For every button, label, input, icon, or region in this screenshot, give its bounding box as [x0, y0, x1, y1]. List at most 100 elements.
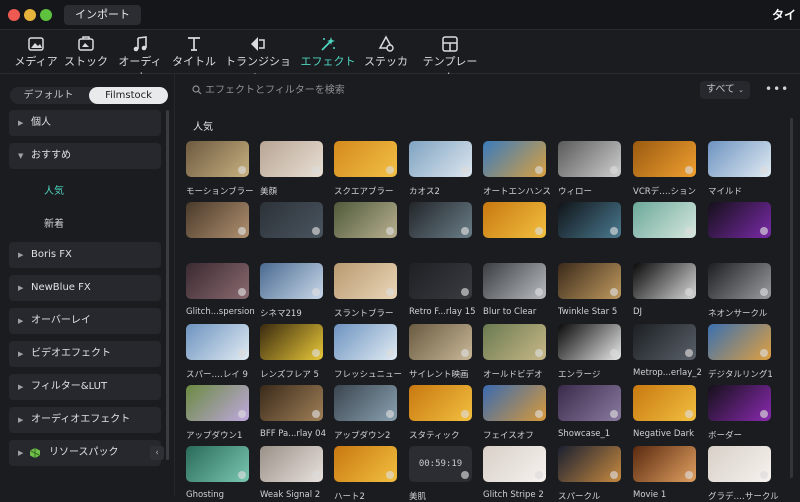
effect-thumbnail[interactable] [483, 324, 546, 360]
maximize-window-button[interactable] [40, 9, 52, 21]
collapse-sidebar-button[interactable]: ‹ [150, 446, 164, 460]
download-icon[interactable] [312, 410, 320, 418]
download-icon[interactable] [610, 166, 618, 174]
effect-thumbnail[interactable] [186, 263, 249, 299]
more-options-button[interactable]: ••• [765, 82, 789, 96]
filter-dropdown[interactable]: すべて ⌄ [700, 81, 750, 99]
download-icon[interactable] [461, 227, 469, 235]
download-icon[interactable] [685, 410, 693, 418]
download-icon[interactable] [238, 349, 246, 357]
effect-thumbnail[interactable] [334, 324, 397, 360]
download-icon[interactable] [461, 471, 469, 479]
download-icon[interactable] [386, 349, 394, 357]
download-icon[interactable] [461, 349, 469, 357]
grid-scrollbar[interactable] [790, 118, 793, 478]
download-icon[interactable] [535, 410, 543, 418]
download-icon[interactable] [610, 227, 618, 235]
download-icon[interactable] [461, 410, 469, 418]
download-icon[interactable] [535, 288, 543, 296]
effect-thumbnail[interactable] [409, 202, 472, 238]
download-icon[interactable] [760, 166, 768, 174]
effect-thumbnail[interactable] [558, 263, 621, 299]
download-icon[interactable] [386, 471, 394, 479]
segment-filmstock[interactable]: Filmstock [89, 87, 168, 104]
effect-thumbnail[interactable] [409, 385, 472, 421]
effect-thumbnail[interactable] [260, 202, 323, 238]
toolbar-stickers[interactable]: ステッカー [360, 35, 412, 84]
download-icon[interactable] [760, 471, 768, 479]
download-icon[interactable] [685, 227, 693, 235]
effect-thumbnail[interactable] [409, 324, 472, 360]
effect-thumbnail[interactable] [186, 385, 249, 421]
effect-thumbnail[interactable] [633, 324, 696, 360]
effect-thumbnail[interactable] [708, 446, 771, 482]
import-tab[interactable]: インポート [64, 5, 141, 25]
download-icon[interactable] [238, 410, 246, 418]
effect-thumbnail[interactable]: 00:59:19 [409, 446, 472, 482]
effect-thumbnail[interactable] [483, 202, 546, 238]
download-icon[interactable] [461, 166, 469, 174]
effect-thumbnail[interactable] [186, 324, 249, 360]
effect-thumbnail[interactable] [633, 263, 696, 299]
effect-thumbnail[interactable] [260, 141, 323, 177]
download-icon[interactable] [238, 166, 246, 174]
download-icon[interactable] [386, 288, 394, 296]
category-personal[interactable]: ▶ 個人 [9, 110, 161, 136]
download-icon[interactable] [760, 227, 768, 235]
effect-thumbnail[interactable] [558, 202, 621, 238]
download-icon[interactable] [461, 288, 469, 296]
download-icon[interactable] [760, 410, 768, 418]
close-window-button[interactable] [8, 9, 20, 21]
toolbar-transitions[interactable]: トランジション [222, 35, 294, 84]
download-icon[interactable] [386, 410, 394, 418]
download-icon[interactable] [610, 288, 618, 296]
effect-thumbnail[interactable] [334, 446, 397, 482]
effect-thumbnail[interactable] [260, 324, 323, 360]
category-audio-effects[interactable]: ▶ オーディオエフェクト [9, 407, 161, 433]
download-icon[interactable] [238, 227, 246, 235]
effect-thumbnail[interactable] [633, 385, 696, 421]
effect-thumbnail[interactable] [483, 446, 546, 482]
download-icon[interactable] [610, 349, 618, 357]
download-icon[interactable] [386, 166, 394, 174]
effect-thumbnail[interactable] [334, 202, 397, 238]
category-overlay[interactable]: ▶ オーバーレイ [9, 308, 161, 334]
effect-thumbnail[interactable] [558, 324, 621, 360]
segment-default[interactable]: デフォルト [10, 87, 87, 104]
effect-thumbnail[interactable] [409, 141, 472, 177]
download-icon[interactable] [760, 349, 768, 357]
download-icon[interactable] [238, 288, 246, 296]
download-icon[interactable] [535, 349, 543, 357]
category-newblue-fx[interactable]: ▶ NewBlue FX [9, 275, 161, 301]
effect-thumbnail[interactable] [334, 263, 397, 299]
category-recommended[interactable]: ▼ おすすめ [9, 143, 161, 169]
effect-thumbnail[interactable] [633, 202, 696, 238]
toolbar-stock[interactable]: ストック [64, 35, 108, 71]
effect-thumbnail[interactable] [633, 141, 696, 177]
effect-thumbnail[interactable] [708, 202, 771, 238]
effect-thumbnail[interactable] [334, 385, 397, 421]
effect-thumbnail[interactable] [708, 324, 771, 360]
category-filter-lut[interactable]: ▶ フィルター&LUT [9, 374, 161, 400]
download-icon[interactable] [685, 349, 693, 357]
effect-thumbnail[interactable] [334, 141, 397, 177]
minimize-window-button[interactable] [24, 9, 36, 21]
download-icon[interactable] [535, 166, 543, 174]
sidebar-scrollbar[interactable] [166, 110, 169, 460]
subcategory-popular[interactable]: 人気 [44, 182, 64, 197]
download-icon[interactable] [238, 471, 246, 479]
effect-thumbnail[interactable] [186, 446, 249, 482]
effect-thumbnail[interactable] [558, 446, 621, 482]
effect-thumbnail[interactable] [708, 141, 771, 177]
download-icon[interactable] [685, 288, 693, 296]
effect-thumbnail[interactable] [260, 446, 323, 482]
toolbar-audio[interactable]: オーディオ [114, 35, 166, 84]
download-icon[interactable] [386, 227, 394, 235]
effect-thumbnail[interactable] [483, 263, 546, 299]
download-icon[interactable] [312, 349, 320, 357]
effect-thumbnail[interactable] [186, 202, 249, 238]
download-icon[interactable] [610, 471, 618, 479]
toolbar-titles[interactable]: タイトル [172, 35, 216, 71]
effect-thumbnail[interactable] [483, 385, 546, 421]
download-icon[interactable] [535, 471, 543, 479]
